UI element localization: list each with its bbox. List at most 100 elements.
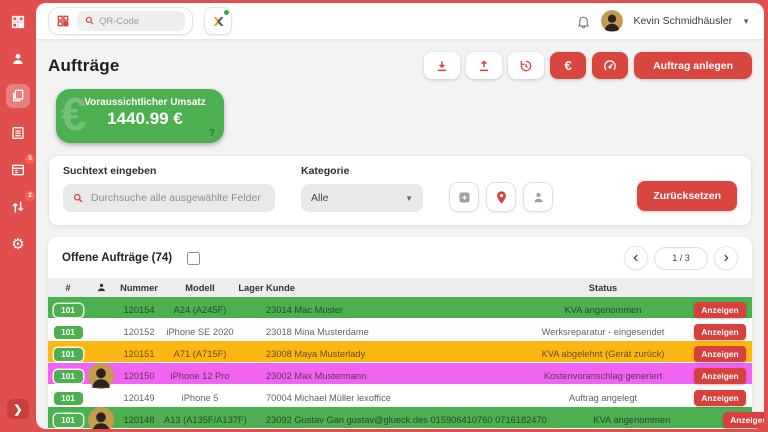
status-badge: 101 (54, 304, 83, 317)
cell-nummer: 120152 (114, 327, 164, 337)
revenue-value: 1440.99 € (78, 109, 212, 129)
invoice-icon (10, 162, 26, 178)
download-button[interactable] (424, 52, 460, 79)
dashboard-gauge-button[interactable] (592, 52, 628, 79)
table-row: 101 120154 A24 (A245F) 23014 Mac Muster … (48, 297, 752, 319)
cell-kunde: 23092 Gustav Gan gustav@glueck.des 01590… (266, 415, 547, 425)
person-icon (10, 51, 26, 67)
pagination: 1 / 3 (624, 246, 738, 270)
qr-input-wrap (77, 11, 185, 32)
sidebar-item-customers[interactable] (6, 47, 30, 71)
topbar: Kevin Schmidhäusler ▼ (36, 3, 764, 39)
online-status-dot (224, 10, 229, 15)
gauge-icon (603, 59, 617, 73)
reset-button[interactable]: Zurücksetzen (637, 181, 737, 211)
show-order-button[interactable]: Anzeigen (694, 302, 746, 318)
select-all-checkbox[interactable] (187, 252, 200, 265)
sidebar-item-orders[interactable] (6, 84, 30, 108)
create-order-button[interactable]: Auftrag anlegen (634, 52, 752, 79)
upload-icon (477, 59, 491, 73)
table-row: 101 120148 A13 (A135F/A137F) 23092 Gusta… (48, 407, 752, 429)
category-selected-value: Alle (311, 192, 329, 204)
show-order-button[interactable]: Anzeigen (694, 390, 746, 406)
cell-modell: A24 (A245F) (164, 305, 236, 315)
column-header-assignee (88, 282, 114, 293)
cell-modell: iPhone 5 (164, 393, 236, 403)
show-order-button[interactable]: Anzeigen (694, 346, 746, 362)
avatar[interactable] (601, 10, 623, 32)
show-order-button[interactable]: Anzeigen (723, 412, 764, 428)
chevron-down-icon[interactable]: ▼ (742, 17, 750, 26)
table-row: 101 120149 iPhone 5 70004 Michael Müller… (48, 385, 752, 407)
cell-status: Werksreparatur - eingesendet (518, 327, 688, 337)
status-badge: 101 (54, 392, 83, 405)
cell-kunde: 70004 Michael Müller lexoffice (266, 393, 518, 403)
category-label: Kategorie (301, 165, 423, 177)
person-filter-button[interactable] (523, 182, 553, 212)
person-icon (531, 190, 546, 205)
cell-kunde: 23002 Max Mustermann (266, 371, 518, 381)
cell-nummer: 120150 (114, 371, 164, 381)
chevron-right-icon (721, 253, 731, 263)
euro-icon: € (564, 59, 571, 72)
table-row: 101 120152 iPhone SE 2020 23018 Mina Mus… (48, 319, 752, 341)
history-button[interactable] (508, 52, 544, 79)
table-column-headers: # Nummer Modell Lager Kunde Status (48, 278, 752, 297)
cell-kunde: 23018 Mina Musterdame (266, 327, 518, 337)
next-page-button[interactable] (714, 246, 738, 270)
cell-nummer: 120148 (114, 415, 164, 425)
cell-status: Kostenvoranschlag generiert (518, 371, 688, 381)
page-title: Aufträge (48, 56, 120, 76)
transfer-arrows-icon (10, 199, 26, 215)
status-badge: 101 (54, 348, 83, 361)
filter-toggle-buttons (449, 182, 553, 212)
revenue-card: € Voraussichtlicher Umsatz 1440.99 € ? (56, 89, 224, 143)
status-badge: 101 (54, 326, 83, 339)
cell-modell: A71 (A715F) (164, 349, 236, 359)
notification-bell-icon[interactable] (576, 14, 591, 29)
prev-page-button[interactable] (624, 246, 648, 270)
sidebar-item-dashboard[interactable] (6, 10, 30, 34)
table-body: 101 120154 A24 (A245F) 23014 Mac Muster … (48, 297, 752, 429)
sidebar-expand-button[interactable]: ❯ (7, 399, 29, 419)
table-row: 101 120151 A71 (A715F) 23008 Maya Muster… (48, 341, 752, 363)
orders-copy-icon (10, 88, 26, 104)
show-order-button[interactable]: Anzeigen (694, 324, 746, 340)
cell-nummer: 120154 (114, 305, 164, 315)
show-order-button[interactable]: Anzeigen (694, 368, 746, 384)
qr-code-icon (56, 14, 70, 28)
euro-button[interactable]: € (550, 52, 586, 79)
category-field-group: Kategorie Alle ▼ (301, 165, 423, 212)
user-name[interactable]: Kevin Schmidhäusler (633, 15, 732, 27)
column-header-lager: Lager (236, 283, 266, 293)
sidebar-item-documents[interactable] (6, 121, 30, 145)
cell-modell: iPhone 12 Pro (164, 371, 236, 381)
cell-kunde: 23014 Mac Muster (266, 305, 518, 315)
cell-status: KVA angenommen (547, 415, 717, 425)
device-filter-button[interactable] (449, 182, 479, 212)
x-logo-icon (211, 14, 226, 29)
cell-status: KVA abgelehnt (Gerät zurück) (518, 349, 688, 359)
search-input[interactable] (63, 184, 275, 212)
transfers-badge: 2 (25, 191, 35, 201)
app-window: Kevin Schmidhäusler ▼ Aufträge € (36, 3, 764, 429)
chevron-left-icon (631, 253, 641, 263)
sidebar-item-settings[interactable]: ⚙ (6, 232, 30, 256)
upload-button[interactable] (466, 52, 502, 79)
table-title: Offene Aufträge (74) (62, 252, 172, 264)
cell-modell: iPhone SE 2020 (164, 327, 236, 337)
location-filter-button[interactable] (486, 182, 516, 212)
sidebar-item-invoices[interactable]: 5 (6, 158, 30, 182)
filter-card: Suchtext eingeben Kategorie Alle ▼ (48, 155, 752, 226)
status-badge: 101 (54, 370, 83, 383)
revenue-help-icon[interactable]: ? (209, 128, 215, 139)
sidebar-item-transfers[interactable]: 2 (6, 195, 30, 219)
dashboard-grid-icon (10, 14, 26, 30)
search-label: Suchtext eingeben (63, 165, 275, 177)
search-wrap (63, 184, 275, 212)
search-field-group: Suchtext eingeben (63, 165, 275, 212)
category-select[interactable]: Alle ▼ (301, 184, 423, 212)
main-content: Aufträge € Auftrag anlegen (36, 39, 764, 429)
integration-x-button[interactable] (204, 7, 232, 35)
chevron-down-icon: ▼ (405, 194, 413, 203)
